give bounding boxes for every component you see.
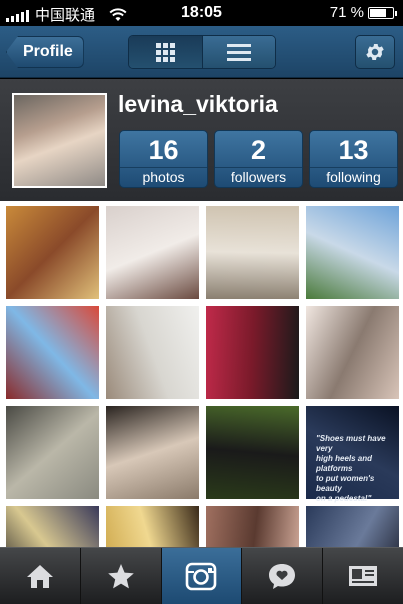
stat-followers-button[interactable]: 2 followers <box>214 130 303 188</box>
nav-bar: Profile <box>0 26 403 78</box>
photo-image <box>6 506 99 547</box>
home-icon <box>26 565 53 588</box>
photo-image <box>306 206 399 299</box>
photo-grid: "Shoes must have very high heels and plat… <box>0 201 403 547</box>
quote-text: "Shoes must have very high heels and plat… <box>316 434 386 503</box>
photo-thumbnail[interactable] <box>306 206 399 299</box>
photo-thumbnail[interactable]: "Shoes must have very high heels and plat… <box>306 406 399 503</box>
battery-percent: 71 % <box>329 4 364 21</box>
status-bar: 中国联通 18:05 71 % <box>0 0 403 26</box>
settings-button[interactable] <box>355 35 395 69</box>
stat-following-button[interactable]: 13 following <box>309 130 398 188</box>
photo-thumbnail[interactable] <box>206 206 299 299</box>
profile-back-button[interactable]: Profile <box>6 36 84 68</box>
photo-thumbnail[interactable] <box>6 406 99 499</box>
list-view-button[interactable] <box>201 36 275 68</box>
photo-image <box>106 206 199 299</box>
photo-thumbnail[interactable] <box>106 206 199 299</box>
photo-image <box>6 206 99 299</box>
stat-count: 16 <box>148 135 179 165</box>
list-view-icon <box>226 43 251 61</box>
photo-image <box>106 406 199 499</box>
photo-thumbnail[interactable] <box>6 206 99 299</box>
gear-icon <box>366 44 384 60</box>
photo-image <box>106 306 199 399</box>
stat-label: following <box>310 167 397 186</box>
view-mode-toggle <box>128 35 276 69</box>
photo-image <box>306 306 399 399</box>
tab-news[interactable] <box>242 548 324 604</box>
photo-thumbnail[interactable] <box>106 506 199 547</box>
username: levina_viktoria <box>118 91 278 117</box>
photo-thumbnail[interactable] <box>6 306 99 399</box>
stat-photos-button[interactable]: 16 photos <box>119 130 208 188</box>
photo-thumbnail[interactable] <box>206 306 299 399</box>
avatar[interactable] <box>12 93 107 188</box>
photo-image <box>6 306 99 399</box>
stat-label: followers <box>215 167 302 186</box>
photo-thumbnail[interactable] <box>106 306 199 399</box>
stat-label: photos <box>120 167 207 186</box>
photo-image <box>206 206 299 299</box>
profile-card-icon <box>349 566 378 586</box>
tab-profile[interactable] <box>323 548 403 604</box>
photo-thumbnail[interactable] <box>106 406 199 499</box>
profile-stats: 16 photos 2 followers 13 following <box>119 130 398 188</box>
photo-thumbnail[interactable] <box>6 506 99 547</box>
battery-icon <box>368 6 397 19</box>
grid-view-button[interactable] <box>129 36 202 68</box>
photo-thumbnail[interactable] <box>206 406 299 499</box>
tab-bar <box>0 547 403 604</box>
photo-image <box>6 406 99 499</box>
stat-count: 2 <box>250 135 267 165</box>
tab-camera[interactable] <box>161 548 243 604</box>
stat-count: 13 <box>338 135 369 165</box>
photo-image <box>206 306 299 399</box>
profile-header: levina_viktoria 16 photos 2 followers 13… <box>0 79 403 201</box>
tab-popular[interactable] <box>81 548 162 604</box>
photo-image <box>306 506 399 547</box>
photo-image <box>206 406 299 499</box>
status-right: 71 % <box>330 4 397 21</box>
photo-thumbnail[interactable] <box>206 506 299 547</box>
photo-thumbnail[interactable] <box>306 506 399 547</box>
camera-icon <box>186 562 217 591</box>
photo-image <box>206 506 299 547</box>
grid-view-icon <box>155 42 175 62</box>
photo-thumbnail[interactable] <box>306 306 399 399</box>
news-bubble-icon <box>269 564 296 589</box>
star-icon <box>107 564 134 589</box>
photo-image <box>106 506 199 547</box>
tab-home[interactable] <box>0 548 81 604</box>
